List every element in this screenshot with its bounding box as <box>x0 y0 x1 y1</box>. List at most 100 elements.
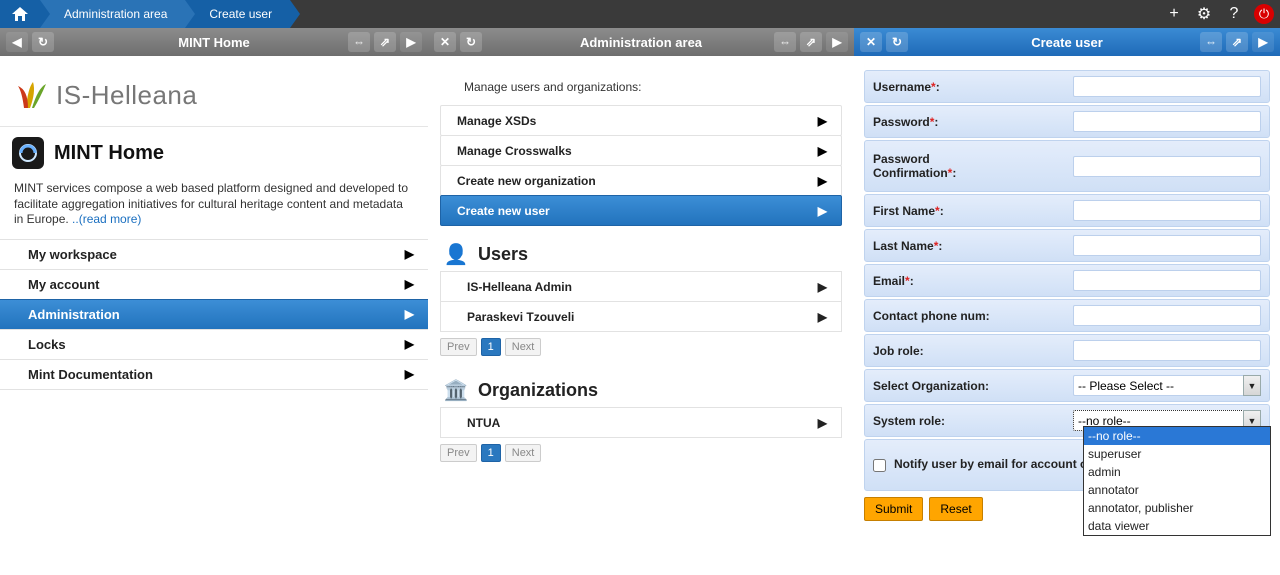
breadcrumb-create-user[interactable]: Create user <box>185 0 290 28</box>
chevron-right-icon: ▶ <box>818 310 827 324</box>
chevron-right-icon: ▶ <box>818 114 827 128</box>
plus-icon[interactable]: + <box>1164 4 1184 24</box>
menu-my-workspace[interactable]: My workspace▶ <box>0 239 428 270</box>
row-password-conf: Password Confirmation*: <box>864 140 1270 192</box>
top-icons: + ⚙ ? ⏻ <box>1164 0 1274 28</box>
row-username: Username*: <box>864 70 1270 103</box>
chevron-right-icon: ▶ <box>818 416 827 430</box>
chevron-right-icon: ▶ <box>405 337 414 351</box>
select-organization[interactable] <box>1073 375 1261 396</box>
menu-mint-documentation[interactable]: Mint Documentation▶ <box>0 359 428 390</box>
pane2-body: Manage users and organizations: Manage X… <box>428 56 854 575</box>
password-input[interactable] <box>1073 111 1261 132</box>
submit-button[interactable]: Submit <box>864 497 923 521</box>
admin-manage-crosswalks[interactable]: Manage Crosswalks▶ <box>440 135 842 166</box>
orgs-next-button[interactable]: Next <box>505 444 542 462</box>
pane3-body: Username*: Password*: Password Confirmat… <box>854 56 1280 575</box>
pane3-popout-icon[interactable]: ⇗ <box>1226 32 1248 52</box>
menu-label: Mint Documentation <box>28 367 153 382</box>
power-icon[interactable]: ⏻ <box>1254 4 1274 24</box>
breadcrumb-home[interactable] <box>0 0 40 28</box>
row-phone: Contact phone num: <box>864 299 1270 332</box>
admin-create-user[interactable]: Create new user▶ <box>440 195 842 226</box>
adm-label: Create new organization <box>457 174 596 188</box>
reset-button[interactable]: Reset <box>929 497 982 521</box>
pane1-popout-icon[interactable]: ⇗ <box>374 32 396 52</box>
users-icon: 👤 <box>444 242 468 266</box>
pane2-refresh-icon[interactable]: ↻ <box>460 32 482 52</box>
system-role-option[interactable]: admin <box>1084 463 1270 481</box>
org-row[interactable]: NTUA▶ <box>440 407 842 438</box>
job-role-input[interactable] <box>1073 340 1261 361</box>
pane2-close-icon[interactable]: ✕ <box>434 32 456 52</box>
username-input[interactable] <box>1073 76 1261 97</box>
system-role-option[interactable]: --no role-- <box>1084 427 1270 445</box>
pane-admin-area: ✕ ↻ Administration area ⇔ ⇗ ▶ Manage use… <box>428 28 854 575</box>
read-more-link[interactable]: ..(read more) <box>72 212 141 226</box>
users-prev-button[interactable]: Prev <box>440 338 477 356</box>
password-confirmation-input[interactable] <box>1073 156 1261 177</box>
pane1-back-icon[interactable]: ◀ <box>6 32 28 52</box>
pane3-forward-icon[interactable]: ▶ <box>1252 32 1274 52</box>
panes: ◀ ↻ MINT Home ⇔ ⇗ ▶ IS-Helleana <box>0 28 1280 575</box>
home-title: MINT Home <box>54 142 164 165</box>
chevron-right-icon: ▶ <box>405 277 414 291</box>
users-page-1-button[interactable]: 1 <box>481 338 501 356</box>
system-role-option[interactable]: annotator, publisher <box>1084 499 1270 517</box>
help-icon[interactable]: ? <box>1224 4 1244 24</box>
phone-input[interactable] <box>1073 305 1261 326</box>
notify-checkbox[interactable] <box>873 459 886 472</box>
system-role-option[interactable]: annotator <box>1084 481 1270 499</box>
menu-label: Locks <box>28 337 66 352</box>
orgs-prev-button[interactable]: Prev <box>440 444 477 462</box>
row-password: Password*: <box>864 105 1270 138</box>
chevron-right-icon: ▶ <box>818 280 827 294</box>
row-lastname: Last Name*: <box>864 229 1270 262</box>
label-firstname: First Name*: <box>873 204 1013 218</box>
pane3-expand-icon[interactable]: ⇔ <box>1200 32 1222 52</box>
pane1-body: IS-Helleana MINT Home MINT services comp… <box>0 56 428 575</box>
menu-administration[interactable]: Administration▶ <box>0 299 428 330</box>
first-name-input[interactable] <box>1073 200 1261 221</box>
users-next-button[interactable]: Next <box>505 338 542 356</box>
user-label: Paraskevi Tzouveli <box>467 310 574 324</box>
pane2-expand-icon[interactable]: ⇔ <box>774 32 796 52</box>
system-role-option[interactable]: superuser <box>1084 445 1270 463</box>
menu-locks[interactable]: Locks ▶ <box>0 329 428 360</box>
pane1-header: ◀ ↻ MINT Home ⇔ ⇗ ▶ <box>0 28 428 56</box>
label-username: Username*: <box>873 80 1013 94</box>
pane3-close-icon[interactable]: ✕ <box>860 32 882 52</box>
label-select-org: Select Organization: <box>873 379 1013 393</box>
gear-icon[interactable]: ⚙ <box>1194 4 1214 24</box>
user-row[interactable]: Paraskevi Tzouveli ▶ <box>440 301 842 332</box>
orgs-pager: Prev 1 Next <box>428 438 854 468</box>
pane2-forward-icon[interactable]: ▶ <box>826 32 848 52</box>
pane-mint-home: ◀ ↻ MINT Home ⇔ ⇗ ▶ IS-Helleana <box>0 28 428 575</box>
label-password: Password*: <box>873 115 1013 129</box>
user-row[interactable]: IS-Helleana Admin▶ <box>440 271 842 302</box>
pane3-refresh-icon[interactable]: ↻ <box>886 32 908 52</box>
chevron-right-icon: ▶ <box>405 247 414 261</box>
orgs-page-1-button[interactable]: 1 <box>481 444 501 462</box>
system-role-dropdown[interactable]: --no role-- superuser admin annotator an… <box>1083 426 1271 536</box>
pane1-forward-icon[interactable]: ▶ <box>400 32 422 52</box>
pane2-title: Administration area <box>580 35 702 50</box>
breadcrumb-admin[interactable]: Administration area <box>40 0 185 28</box>
label-phone: Contact phone num: <box>873 309 1013 323</box>
pane1-refresh-icon[interactable]: ↻ <box>32 32 54 52</box>
mint-home-icon <box>12 137 44 169</box>
pane2-header: ✕ ↻ Administration area ⇔ ⇗ ▶ <box>428 28 854 56</box>
system-role-option[interactable]: data viewer <box>1084 517 1270 535</box>
last-name-input[interactable] <box>1073 235 1261 256</box>
pane3-title: Create user <box>1031 35 1103 50</box>
pane3-header: ✕ ↻ Create user ⇔ ⇗ ▶ <box>854 28 1280 56</box>
row-jobrole: Job role: <box>864 334 1270 367</box>
admin-intro: Manage users and organizations: <box>428 56 854 106</box>
pane2-popout-icon[interactable]: ⇗ <box>800 32 822 52</box>
users-section-header: 👤 Users <box>428 226 854 272</box>
admin-manage-xsds[interactable]: Manage XSDs▶ <box>440 105 842 136</box>
pane1-expand-icon[interactable]: ⇔ <box>348 32 370 52</box>
menu-my-account[interactable]: My account▶ <box>0 269 428 300</box>
admin-create-org[interactable]: Create new organization▶ <box>440 165 842 196</box>
email-input[interactable] <box>1073 270 1261 291</box>
